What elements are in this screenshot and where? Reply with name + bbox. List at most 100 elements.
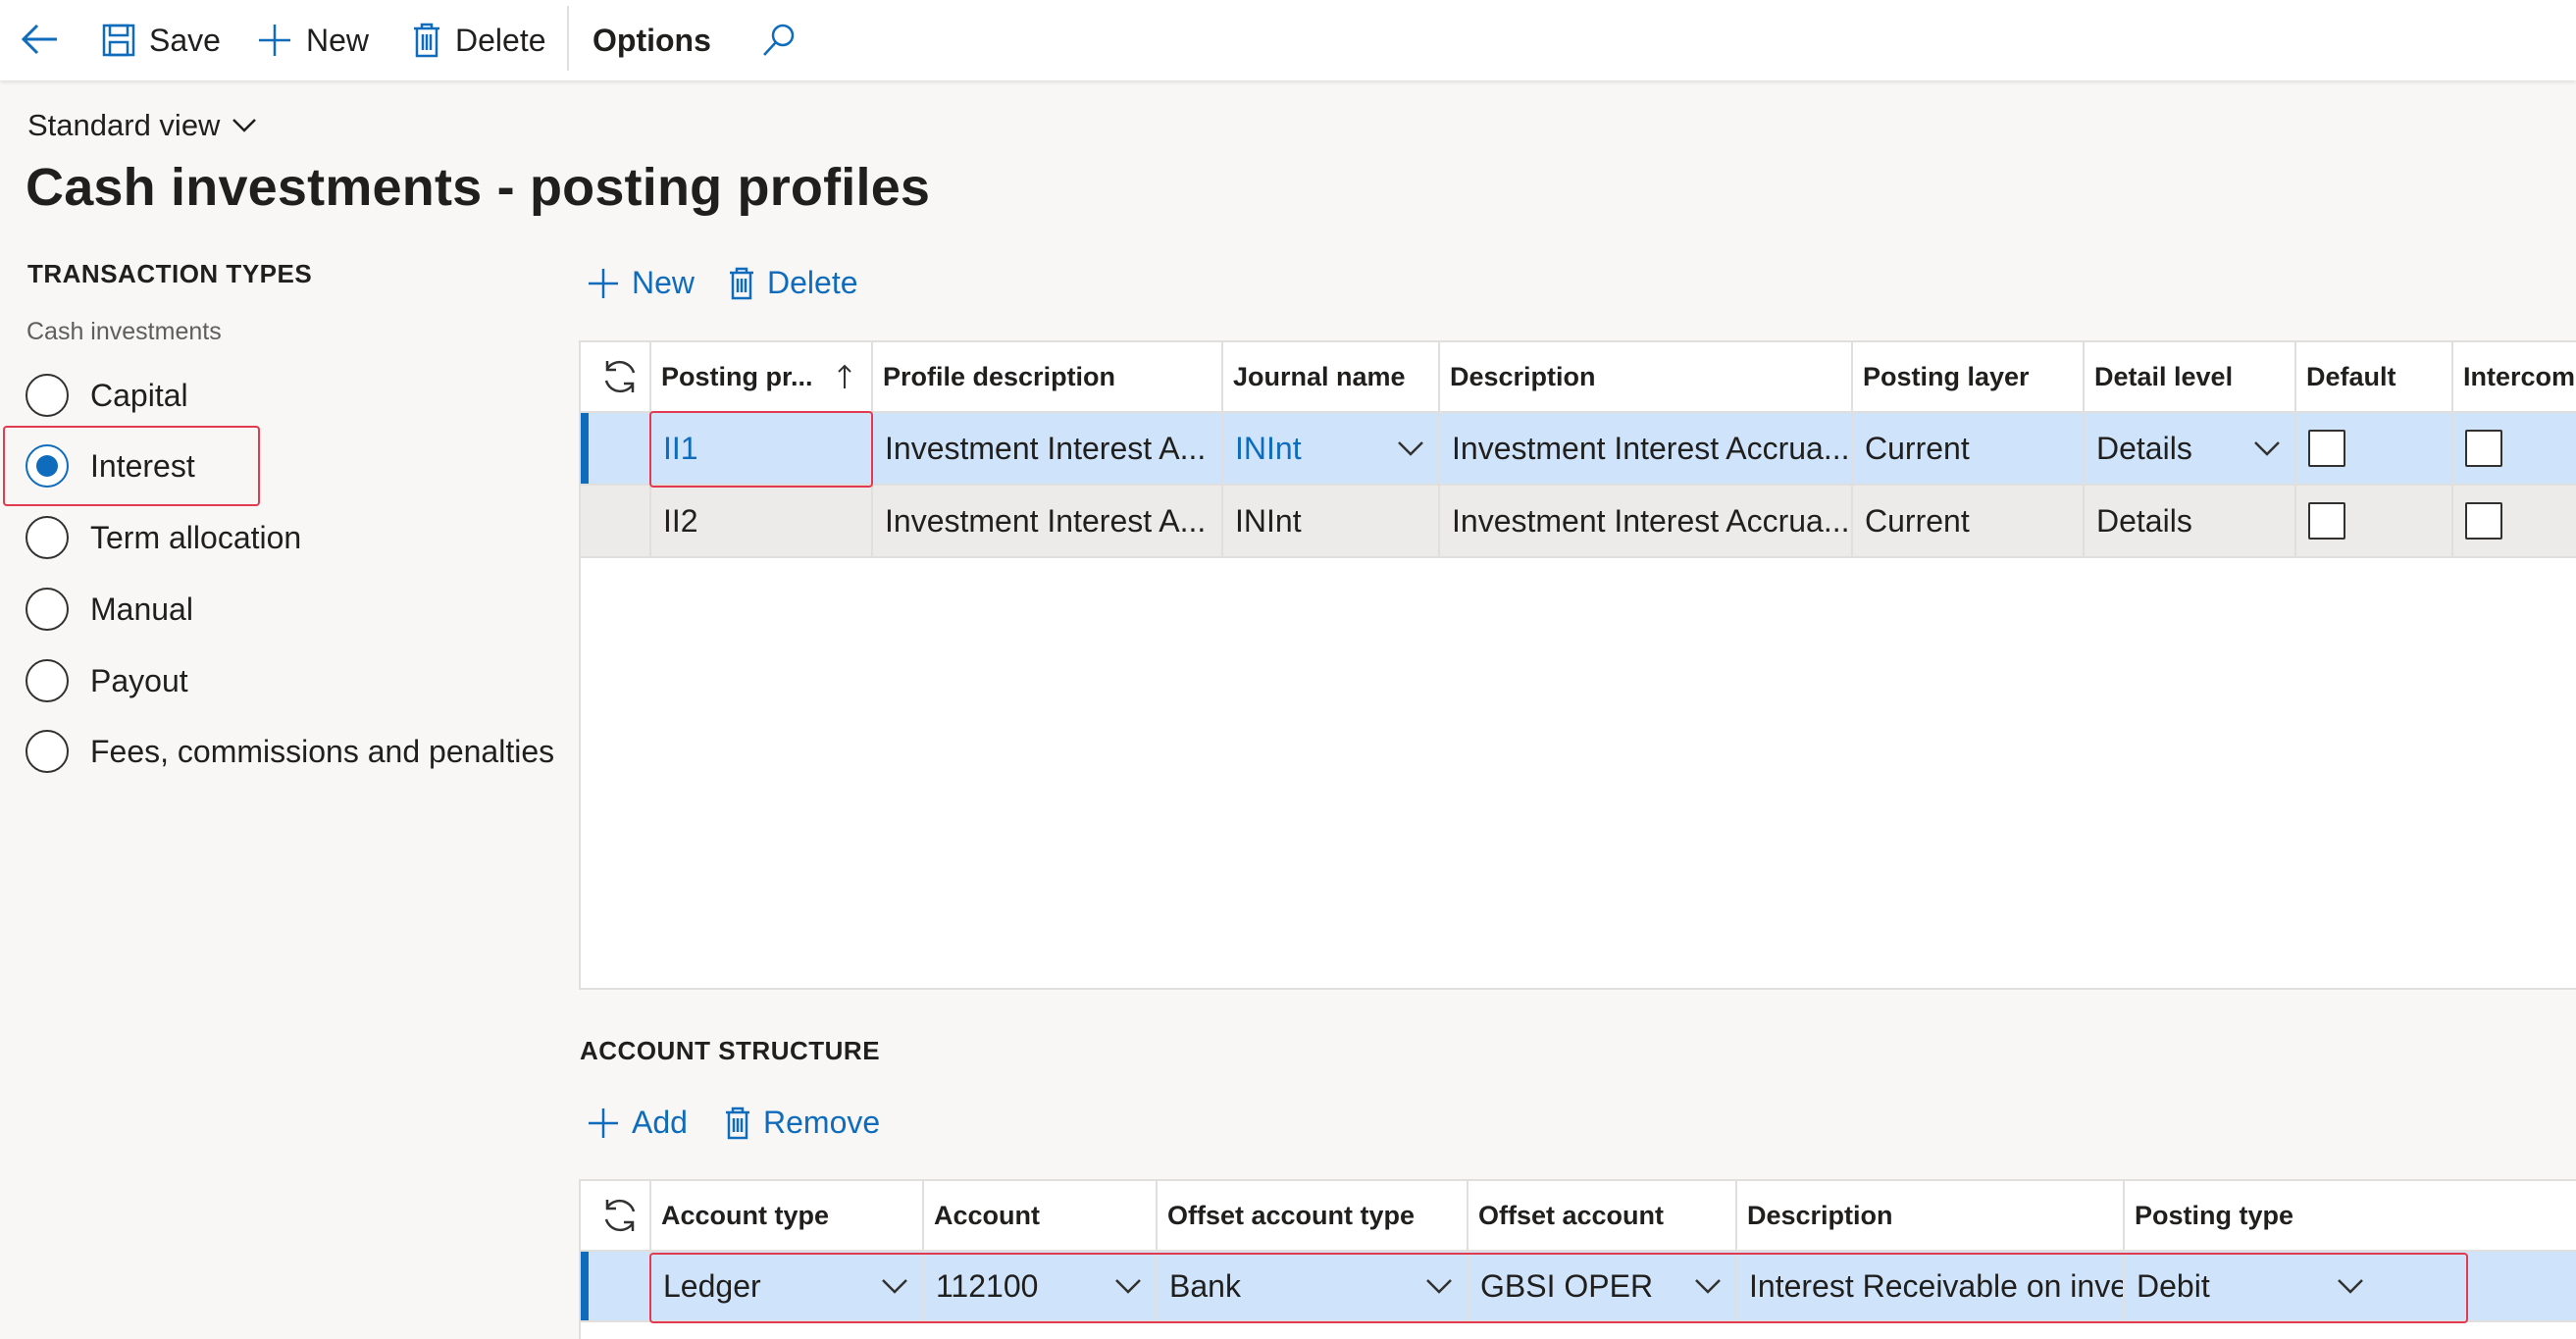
transaction-types-heading: TRANSACTION TYPES — [27, 259, 313, 288]
posting-profile-cell[interactable]: II1 — [651, 413, 873, 484]
chevron-down-icon — [1398, 441, 1423, 456]
chevron-down-icon — [2338, 1279, 2363, 1294]
description-cell[interactable]: Investment Interest Accrua... — [1440, 486, 1853, 556]
remove-button[interactable]: Remove — [724, 1105, 880, 1141]
description-cell[interactable]: Investment Interest Accrua... — [1440, 413, 1853, 484]
back-button[interactable] — [14, 14, 65, 65]
radio-fees-commissions-penalties[interactable]: Fees, commissions and penalties — [26, 727, 554, 776]
column-header-label: Account — [934, 1200, 1040, 1230]
detail-level-dropdown[interactable]: Details — [2085, 413, 2296, 484]
radio-label: Interest — [90, 447, 195, 484]
intercompany-cell — [2453, 413, 2576, 484]
intercompany-checkbox[interactable] — [2465, 502, 2502, 540]
save-label: Save — [149, 22, 221, 58]
default-checkbox[interactable] — [2308, 502, 2345, 540]
refresh-button[interactable] — [581, 1181, 651, 1250]
table-row[interactable]: Ledger 112100 Bank GBSI OPER Interest Re… — [581, 1252, 2576, 1322]
options-button[interactable]: Options — [592, 14, 711, 67]
column-header-label: Description — [1450, 361, 1596, 391]
column-header-offset-account-type[interactable]: Offset account type — [1158, 1181, 1468, 1250]
view-selector[interactable]: Standard view — [27, 108, 257, 143]
radio-term-allocation[interactable]: Term allocation — [26, 513, 301, 562]
sort-ascending-icon — [837, 364, 851, 388]
posting-type-dropdown[interactable]: Debit — [2125, 1252, 2576, 1320]
column-header-profile-description[interactable]: Profile description — [873, 342, 1223, 411]
column-header-posting-layer[interactable]: Posting layer — [1853, 342, 2085, 411]
add-icon — [259, 25, 290, 56]
view-label: Standard view — [27, 108, 221, 142]
row-selector[interactable] — [581, 413, 651, 484]
column-header-label: Journal name — [1233, 361, 1406, 391]
radio-circle — [26, 659, 69, 702]
action-bar: Save New Delete Options — [0, 0, 2576, 80]
journal-name-value: INInt — [1235, 430, 1302, 466]
column-header-default[interactable]: Default — [2296, 342, 2453, 411]
column-header-label: Posting type — [2135, 1200, 2294, 1230]
posting-layer-cell[interactable]: Current — [1853, 486, 2085, 556]
column-header-detail-level[interactable]: Detail level — [2085, 342, 2296, 411]
chevron-down-icon — [882, 1279, 907, 1294]
column-header-label: Posting layer — [1863, 361, 2030, 391]
radio-label: Payout — [90, 662, 188, 698]
chevron-down-icon — [2254, 441, 2280, 456]
default-checkbox[interactable] — [2308, 430, 2345, 467]
column-header-label: Description — [1747, 1200, 1893, 1230]
radio-capital[interactable]: Capital — [26, 371, 188, 420]
column-header-account-type[interactable]: Account type — [651, 1181, 924, 1250]
toolbar-divider — [567, 6, 569, 71]
radio-interest[interactable]: Interest — [26, 441, 195, 490]
radio-manual[interactable]: Manual — [26, 585, 193, 634]
detail-level-cell[interactable]: Details — [2085, 486, 2296, 556]
page-title: Cash investments - posting profiles — [26, 158, 931, 217]
column-header-intercompany[interactable]: Intercompany — [2453, 342, 2576, 411]
account-dropdown[interactable]: 112100 — [924, 1252, 1158, 1320]
intercompany-cell — [2453, 486, 2576, 556]
row-selector[interactable] — [581, 486, 651, 556]
row-selector[interactable] — [581, 1252, 651, 1320]
add-icon — [589, 1107, 618, 1138]
column-header-journal-name[interactable]: Journal name — [1223, 342, 1440, 411]
offset-account-type-dropdown[interactable]: Bank — [1158, 1252, 1468, 1320]
journal-name-cell[interactable]: INInt — [1223, 486, 1440, 556]
account-structure-grid: Account type Account Offset account type… — [579, 1179, 2576, 1339]
profile-description-cell[interactable]: Investment Interest A... — [873, 486, 1223, 556]
offset-account-value: GBSI OPER — [1480, 1267, 1654, 1304]
column-header-posting-profile[interactable]: Posting pr... — [651, 342, 873, 411]
journal-name-dropdown[interactable]: INInt — [1223, 413, 1440, 484]
profiles-new-button[interactable]: New — [587, 265, 695, 301]
posting-profiles-grid: Posting pr... Profile description Journa… — [579, 340, 2576, 990]
radio-label: Fees, commissions and penalties — [90, 733, 555, 769]
search-button[interactable] — [761, 14, 810, 67]
posting-profile-cell[interactable]: II2 — [651, 486, 873, 556]
add-button[interactable]: Add — [587, 1105, 688, 1141]
profiles-delete-button[interactable]: Delete — [728, 265, 858, 301]
description-input[interactable]: Interest Receivable on inve — [1737, 1252, 2125, 1320]
column-header-offset-account[interactable]: Offset account — [1468, 1181, 1737, 1250]
radio-label: Term allocation — [90, 519, 302, 555]
column-header-description[interactable]: Description — [1737, 1181, 2125, 1250]
remove-label: Remove — [763, 1105, 881, 1140]
posting-layer-cell[interactable]: Current — [1853, 413, 2085, 484]
intercompany-checkbox[interactable] — [2465, 430, 2502, 467]
offset-account-dropdown[interactable]: GBSI OPER — [1468, 1252, 1737, 1320]
refresh-button[interactable] — [581, 342, 651, 411]
new-label: New — [632, 265, 696, 300]
grid-header-row: Account type Account Offset account type… — [581, 1181, 2576, 1252]
table-row[interactable]: II2 Investment Interest A... INInt Inves… — [581, 486, 2576, 558]
back-arrow-icon — [21, 24, 57, 55]
refresh-icon — [604, 360, 636, 393]
default-cell — [2296, 486, 2453, 556]
new-button[interactable]: New — [257, 14, 369, 67]
delete-button[interactable]: Delete — [412, 14, 546, 67]
radio-payout[interactable]: Payout — [26, 656, 188, 705]
table-row[interactable]: II1 Investment Interest A... INInt Inves… — [581, 413, 2576, 486]
radio-circle — [26, 588, 69, 631]
save-button[interactable]: Save — [102, 14, 221, 67]
account-type-dropdown[interactable]: Ledger — [651, 1252, 924, 1320]
add-label: Add — [632, 1105, 688, 1140]
column-header-description[interactable]: Description — [1440, 342, 1853, 411]
grid-header-row: Posting pr... Profile description Journa… — [581, 342, 2576, 413]
column-header-posting-type[interactable]: Posting type — [2125, 1181, 2576, 1250]
column-header-account[interactable]: Account — [924, 1181, 1158, 1250]
profile-description-cell[interactable]: Investment Interest A... — [873, 413, 1223, 484]
